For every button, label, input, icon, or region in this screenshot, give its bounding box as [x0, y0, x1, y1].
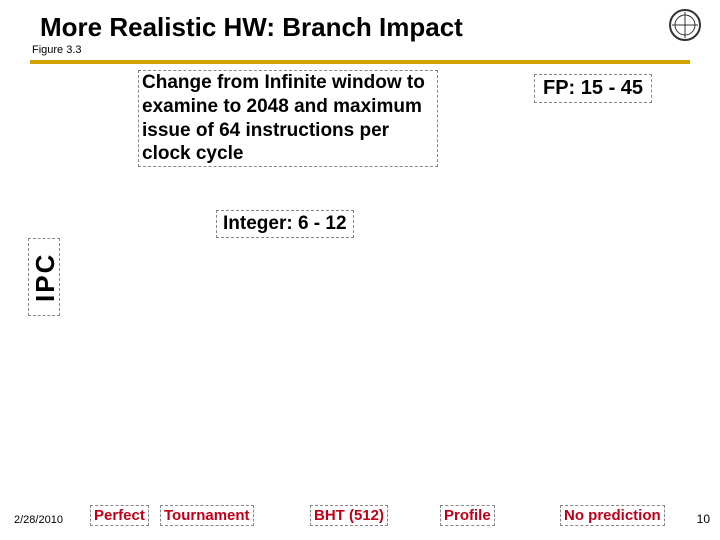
figure-label: Figure 3.3 [32, 44, 82, 56]
category-bht: BHT (512) [310, 505, 388, 526]
university-seal-icon [668, 8, 702, 42]
title-underline [30, 60, 690, 64]
change-description: Change from Infinite window to examine t… [138, 70, 438, 167]
slide-date: 2/28/2010 [14, 514, 63, 526]
category-tournament: Tournament [160, 505, 254, 526]
y-axis-label: IPC [28, 238, 60, 316]
category-perfect: Perfect [90, 505, 149, 526]
category-no-prediction: No prediction [560, 505, 665, 526]
integer-range-label: Integer: 6 - 12 [216, 210, 354, 238]
slide-title: More Realistic HW: Branch Impact [40, 12, 463, 43]
fp-range-label: FP: 15 - 45 [534, 74, 652, 103]
page-number: 10 [697, 512, 710, 526]
category-profile: Profile [440, 505, 495, 526]
